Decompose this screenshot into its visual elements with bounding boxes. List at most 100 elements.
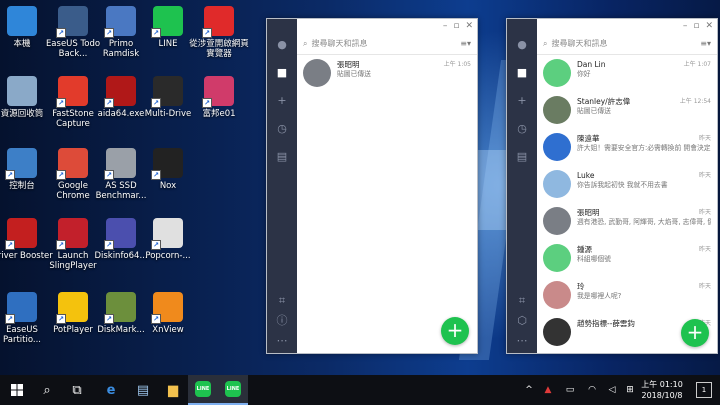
search-input[interactable]: 搜尋聊天和訊息 bbox=[551, 38, 607, 49]
avatar bbox=[543, 281, 571, 309]
network-button[interactable]: ◠ bbox=[584, 375, 600, 405]
desktop-icon-popcorn[interactable]: ↗ Popcorn-... bbox=[139, 218, 197, 280]
settings-icon[interactable]: ⬡ bbox=[516, 315, 528, 327]
chat-list-item[interactable]: Dan Lin 你好 上午 1:07 bbox=[537, 55, 717, 92]
desktop-icon-fubon[interactable]: ↗ 富邦e01 bbox=[190, 76, 248, 138]
desktop-icon-nox-multidrive[interactable]: ↗ Multi-Drive bbox=[139, 76, 197, 138]
chat-list-item[interactable]: 鍾源 科組哪個號 昨天 bbox=[537, 240, 717, 277]
timeline-icon[interactable]: ◷ bbox=[516, 123, 528, 135]
new-chat-button[interactable]: + bbox=[681, 319, 709, 347]
shortcut-arrow-icon: ↗ bbox=[104, 314, 114, 324]
timeline-icon[interactable]: ◷ bbox=[276, 123, 288, 135]
notepad-icon: ▤ bbox=[136, 382, 150, 398]
line-window-left[interactable]: ● ■ + ◷ ▤ ⌗ ⓘ ⋯ – ▫ ✕ ⌕ 搜尋聊天和訊息 ≡▾ 張昭明 貼圖… bbox=[266, 18, 478, 354]
chat-text: 張昭明週有港恐, 武勤哥, 阿輝哥, 大焰哥, 志偉哥, 健銘哥, 阿富哥, 業… bbox=[577, 207, 711, 227]
chat-timestamp: 昨天 bbox=[698, 135, 711, 142]
chat-timestamp: 昨天 bbox=[698, 246, 711, 253]
volume-button[interactable]: ◁ bbox=[604, 375, 620, 405]
new-chat-button[interactable]: + bbox=[441, 317, 469, 345]
battery-button[interactable]: ▭ bbox=[562, 375, 578, 405]
avatar bbox=[543, 170, 571, 198]
minimize-icon[interactable]: – bbox=[443, 19, 448, 33]
edge-button[interactable]: e bbox=[96, 375, 126, 405]
more-icon[interactable]: ⋯ bbox=[516, 335, 528, 347]
chat-list-item[interactable]: Stanley/許志偉 貼圖已傳送 上午 12:54 bbox=[537, 92, 717, 129]
search-button[interactable]: ⌕ bbox=[32, 375, 62, 405]
chevron-up-icon: ^ bbox=[525, 385, 533, 395]
chats-icon[interactable]: ■ bbox=[276, 67, 288, 79]
crop-icon[interactable]: ⌗ bbox=[516, 295, 528, 307]
avatar bbox=[543, 96, 571, 124]
desktop-icon-label: XnView bbox=[152, 325, 184, 335]
line-window-right[interactable]: ● ■ + ◷ ▤ ⌗ ⬡ ⋯ – ▫ ✕ ⌕ 搜尋聊天和訊息 ≡▾ Dan L… bbox=[506, 18, 718, 354]
as-ssd-icon: ↗ bbox=[104, 148, 136, 180]
avatar bbox=[543, 59, 571, 87]
clock[interactable]: 上午 01:10 2018/10/8 bbox=[640, 379, 684, 401]
shortcut-arrow-icon: ↗ bbox=[5, 240, 15, 250]
close-icon[interactable]: ✕ bbox=[705, 19, 713, 33]
line-icon: LINE bbox=[195, 381, 211, 397]
start-button[interactable] bbox=[2, 375, 32, 405]
desktop-icon-label: Popcorn-... bbox=[145, 251, 191, 261]
chrome-icon: ↗ bbox=[56, 148, 88, 180]
ime-button[interactable]: ⊞ bbox=[622, 375, 638, 405]
notification-count: 1 bbox=[701, 386, 707, 394]
chat-list-item[interactable]: 陳遠華許大姐！需要安全官方:必需轉換前 開會決定逐等 https://iwapp… bbox=[537, 129, 717, 166]
task-view-button[interactable]: ⧉ bbox=[62, 375, 92, 405]
add-friend-icon[interactable]: + bbox=[276, 95, 288, 107]
shortcut-arrow-icon: ↗ bbox=[56, 240, 66, 250]
chat-preview: 我是哪裡人呢? bbox=[577, 292, 622, 300]
chat-list-item[interactable]: 張昭明 貼圖已傳送 上午 1:05 bbox=[297, 55, 477, 92]
search-bar[interactable]: ⌕ 搜尋聊天和訊息 ≡▾ bbox=[297, 33, 477, 55]
close-icon[interactable]: ✕ bbox=[465, 19, 473, 33]
fubon-icon: ↗ bbox=[202, 76, 234, 108]
windows-logo-icon bbox=[11, 384, 23, 396]
file-explorer-button[interactable]: ▆ bbox=[158, 375, 188, 405]
line-taskbar-button-1[interactable]: LINE bbox=[188, 375, 218, 405]
notes-icon[interactable]: ▤ bbox=[276, 151, 288, 163]
search-bar[interactable]: ⌕ 搜尋聊天和訊息 ≡▾ bbox=[537, 33, 717, 55]
desktop-icon-nox[interactable]: ↗ Nox bbox=[139, 148, 197, 210]
add-friend-icon[interactable]: + bbox=[516, 95, 528, 107]
slingplayer-icon: ↗ bbox=[56, 218, 88, 250]
desktop-icon-xnview[interactable]: ↗ XnView bbox=[139, 292, 197, 354]
friends-icon[interactable]: ● bbox=[516, 39, 528, 51]
wifi-icon: ◠ bbox=[588, 385, 596, 395]
avatar bbox=[543, 244, 571, 272]
chat-list-item[interactable]: 玲我是哪裡人呢? 昨天 bbox=[537, 277, 717, 314]
shortcut-arrow-icon: ↗ bbox=[5, 314, 15, 324]
notes-icon[interactable]: ▤ bbox=[516, 151, 528, 163]
chat-list: 張昭明 貼圖已傳送 上午 1:05 bbox=[297, 55, 477, 92]
menu-icon[interactable]: ≡▾ bbox=[460, 39, 471, 48]
nox-multidrive-icon: ↗ bbox=[151, 76, 183, 108]
chat-list-item[interactable]: Luke 你告訴我起初快 我就不用去書 昨天 bbox=[537, 166, 717, 203]
chat-list-item[interactable]: 張昭明週有港恐, 武勤哥, 阿輝哥, 大焰哥, 志偉哥, 健銘哥, 阿富哥, 業… bbox=[537, 203, 717, 240]
line-main-pane: – ▫ ✕ ⌕ 搜尋聊天和訊息 ≡▾ Dan Lin 你好 上午 1:07 Stanl… bbox=[537, 19, 717, 353]
shortcut-arrow-icon: ↗ bbox=[104, 28, 114, 38]
minimize-icon[interactable]: – bbox=[683, 19, 688, 33]
shortcut-arrow-icon: ↗ bbox=[56, 314, 66, 324]
maximize-icon[interactable]: ▫ bbox=[693, 19, 699, 33]
chat-text: Luke 你告訴我起初快 我就不用去書 bbox=[577, 170, 711, 190]
desktop-icon-pizza[interactable]: ↗ 從涉萱開啟網頁實覽器 bbox=[189, 6, 249, 68]
notification-center-button[interactable]: 1 bbox=[696, 382, 712, 398]
info-icon[interactable]: ⓘ bbox=[276, 315, 288, 327]
chat-text: 陳遠華許大姐！需要安全官方:必需轉換前 開會決定逐等 https://iwapp… bbox=[577, 133, 711, 153]
ime-icon: ⊞ bbox=[626, 385, 634, 395]
maximize-icon[interactable]: ▫ bbox=[453, 19, 459, 33]
notepad-button[interactable]: ▤ bbox=[128, 375, 158, 405]
shortcut-arrow-icon: ↗ bbox=[104, 240, 114, 250]
computer-icon bbox=[7, 6, 37, 36]
search-input[interactable]: 搜尋聊天和訊息 bbox=[311, 38, 367, 49]
search-icon: ⌕ bbox=[543, 38, 548, 48]
more-icon[interactable]: ⋯ bbox=[276, 335, 288, 347]
chats-icon[interactable]: ■ bbox=[516, 67, 528, 79]
friends-icon[interactable]: ● bbox=[276, 39, 288, 51]
tray-app-icon[interactable]: ▲ bbox=[540, 375, 556, 405]
show-hidden-icons-button[interactable]: ^ bbox=[522, 375, 536, 405]
driver-booster-icon: ↗ bbox=[5, 218, 37, 250]
line-sidebar: ● ■ + ◷ ▤ ⌗ ⓘ ⋯ bbox=[267, 19, 297, 353]
line-taskbar-button-2[interactable]: LINE bbox=[218, 375, 248, 405]
crop-icon[interactable]: ⌗ bbox=[276, 295, 288, 307]
menu-icon[interactable]: ≡▾ bbox=[700, 39, 711, 48]
